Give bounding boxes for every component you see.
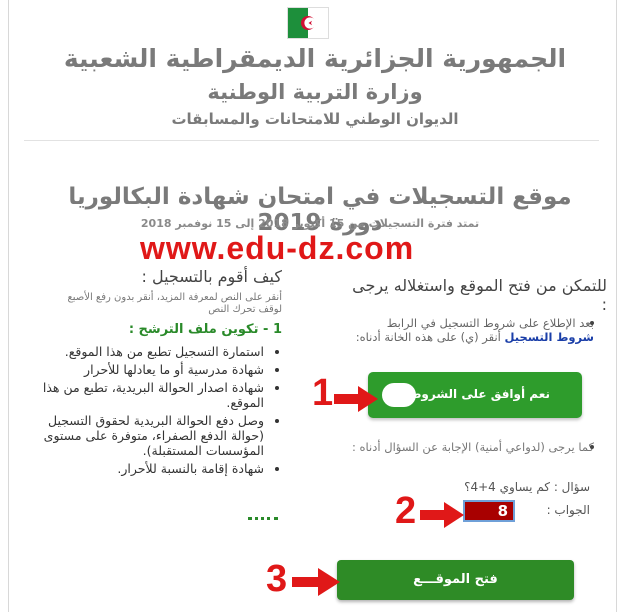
annotation-number-3: 3 [266, 558, 288, 600]
scroll-note-line1: أنقر على النص لمعرفة المزيد، أنقر بدون ر… [67, 292, 282, 303]
watermark-text: www.edu-dz.com [140, 230, 415, 266]
terms-link[interactable]: شروط التسجيل [505, 330, 594, 344]
security-text: كما يرجى (لدواعي أمنية) الإجابة عن السؤا… [352, 440, 594, 454]
step1-heading: 1 - تكوين ملف الترشح : [128, 322, 282, 337]
scroll-note-line2: لوقف تحرك النص [208, 304, 282, 315]
answer-input[interactable]: 8 [463, 500, 515, 522]
open-site-button[interactable]: فتح الموقـــع [337, 560, 574, 600]
scroll-note: أنقر على النص لمعرفة المزيد، أنقر بدون ر… [20, 292, 282, 316]
red-arrow-icon [292, 568, 340, 596]
registration-dates: تمتد فترة التسجيلات من 15 أكتوبر 2018 إل… [140, 217, 480, 230]
red-arrow-icon [334, 386, 378, 412]
answer-label: الجواب : [546, 503, 590, 517]
terms-prefix: بعد الإطلاع على شروط التسجيل في الرابط [386, 316, 594, 330]
terms-suffix: أنقر (ي) على هذه الخانة أدناه: [355, 330, 501, 344]
documents-list[interactable]: استمارة التسجيل تطبع من هذا الموقع. شهاد… [20, 344, 282, 479]
list-item: استمارة التسجيل تطبع من هذا الموقع. [20, 344, 264, 359]
terms-text: بعد الإطلاع على شروط التسجيل في الرابط ش… [350, 316, 608, 344]
list-item: وصل دفع الحوالة البريدية لحقوق التسجيل (… [20, 413, 264, 458]
bullet-icon [590, 445, 594, 449]
instructions-heading: للتمكن من فتح الموقع واستغلاله يرجى : [352, 276, 607, 314]
how-to-register-heading: كيف أقوم بالتسجيل : [141, 267, 283, 286]
ministry-title: وزارة التربية الوطنية [207, 80, 423, 104]
algeria-flag-icon [287, 7, 329, 39]
annotation-number-1: 1 [312, 372, 334, 414]
list-item: شهادة اصدار الحوالة البريدية، تطبع من هذ… [20, 380, 264, 410]
agree-terms-label: نعم أوافق على الشروط [408, 387, 550, 401]
security-question: سؤال : كم يساوي 4+4؟ [464, 480, 590, 494]
office-title: الديوان الوطني للامتحانات والمسابقات [171, 110, 459, 128]
bullet-icon [590, 321, 594, 325]
list-item: شهادة مدرسية أو ما يعادلها للأحرار [20, 362, 264, 377]
divider [24, 140, 599, 141]
cut-off-heading [248, 515, 278, 521]
security-instructions: كما يرجى (لدواعي أمنية) الإجابة عن السؤا… [350, 440, 608, 454]
agree-terms-toggle[interactable]: نعم أوافق على الشروط [368, 372, 582, 418]
list-item: شهادة إقامة بالنسبة للأحرار. [20, 461, 264, 476]
country-title: الجمهورية الجزائرية الديمقراطية الشعبية [63, 44, 567, 73]
red-arrow-icon [420, 502, 464, 528]
annotation-number-2: 2 [395, 490, 417, 532]
